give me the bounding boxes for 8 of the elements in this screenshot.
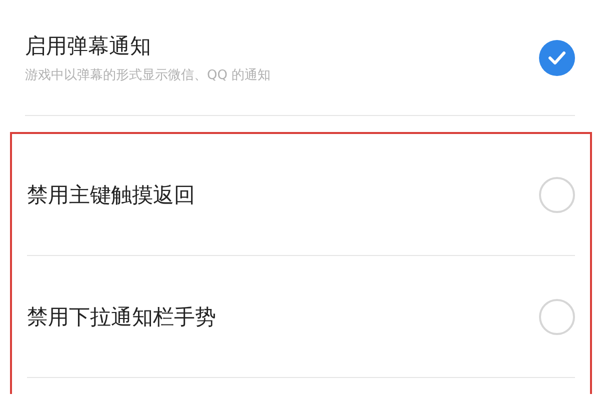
checkbox[interactable] [539, 176, 575, 212]
checkbox[interactable] [539, 298, 575, 334]
check-icon [548, 50, 566, 64]
setting-description: 游戏中以弹幕的形式显示微信、QQ 的通知 [25, 66, 271, 84]
setting-title: 启用弹幕通知 [25, 32, 152, 60]
checkbox[interactable] [539, 40, 575, 76]
setting-title: 禁用下拉通知栏手势 [27, 304, 216, 330]
setting-title: 禁用主键触摸返回 [27, 182, 195, 208]
